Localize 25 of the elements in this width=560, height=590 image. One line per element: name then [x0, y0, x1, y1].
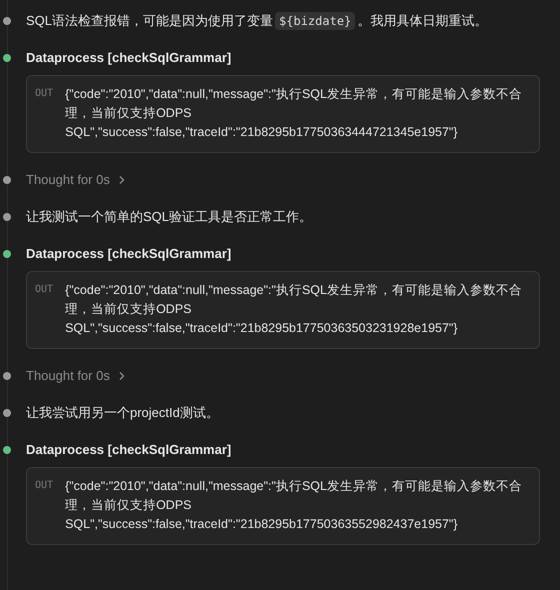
tool-call-title: Dataprocess [checkSqlGrammar] [26, 441, 232, 459]
timeline-dot [3, 17, 11, 25]
timeline-dot [3, 446, 11, 454]
thought-toggle[interactable]: Thought for 0s [26, 170, 126, 190]
timeline-dot [3, 372, 11, 380]
tool-call-title: Dataprocess [checkSqlGrammar] [26, 245, 232, 263]
timeline-dot [3, 250, 11, 258]
timeline-dot [3, 176, 11, 184]
thought-toggle[interactable]: Thought for 0s [26, 366, 126, 386]
output-label: OUT [35, 87, 54, 101]
output-text: {"code":"2010","data":null,"message":"执行SQL发生异常，有可能是输入参数不合理，当前仅支持ODPS SQL","success":false,"traceId":"21b8295b17750363503231928e1957"} [65, 282, 523, 337]
timeline-dot [3, 213, 11, 221]
message-text: SQL语法检查报错，可能是因为使用了变量 ${bizdate} 。我用具体日期重试。 [26, 11, 488, 31]
output-label: OUT [35, 283, 54, 297]
message-text: 让我尝试用另一个projectId测试。 [26, 404, 220, 422]
inline-code: ${bizdate} [275, 12, 356, 30]
output-text: {"code":"2010","data":null,"message":"执行SQL发生异常，有可能是输入参数不合理，当前仅支持ODPS SQL","success":false,"traceId":"21b8295b17750363552982437e1957"} [65, 478, 523, 533]
message-text: 让我测试一个简单的SQL验证工具是否正常工作。 [26, 208, 314, 226]
chevron-icon [118, 371, 126, 381]
tool-call-title: Dataprocess [checkSqlGrammar] [26, 49, 232, 67]
output-label: OUT [35, 479, 54, 493]
chevron-icon [118, 175, 126, 185]
timeline-dot [3, 54, 11, 62]
output-text: {"code":"2010","data":null,"message":"执行SQL发生异常，有可能是输入参数不合理，当前仅支持ODPS SQL","success":false,"traceId":"21b8295b17750363444721345e1957"} [65, 86, 523, 141]
timeline-dot [3, 409, 11, 417]
